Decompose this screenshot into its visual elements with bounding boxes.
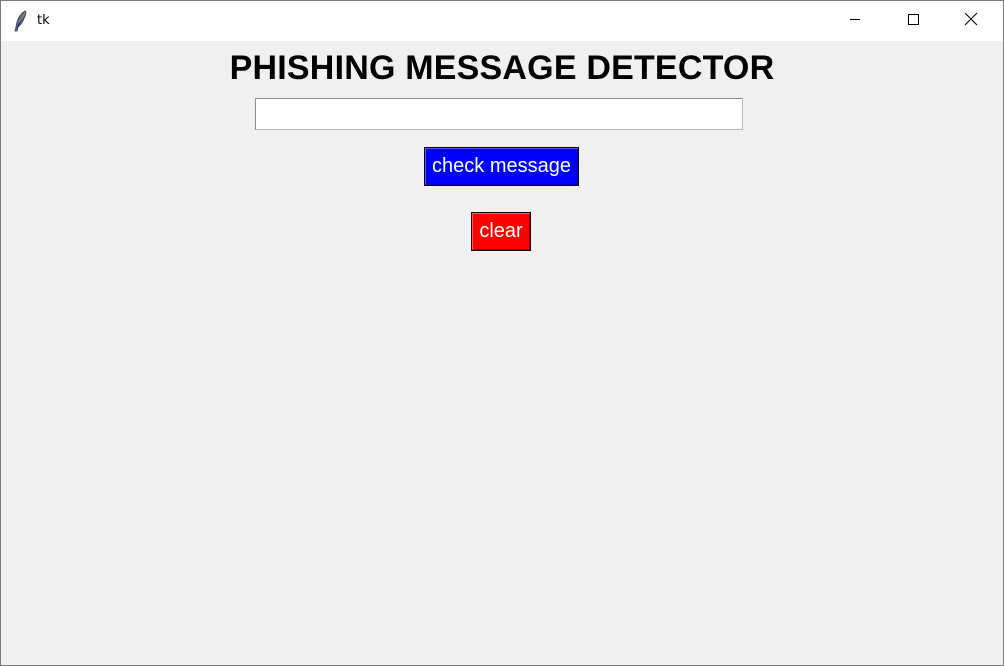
close-button[interactable] — [942, 1, 1000, 41]
app-window: tk PHISHING MESSAGE DETECTOR check messa… — [0, 0, 1004, 666]
feather-icon — [13, 10, 29, 32]
window-title: tk — [37, 13, 50, 28]
main-content: PHISHING MESSAGE DETECTOR check message … — [1, 41, 1003, 665]
check-message-button[interactable]: check message — [424, 147, 579, 186]
message-input[interactable] — [255, 98, 743, 130]
maximize-icon — [907, 12, 919, 30]
minimize-icon — [849, 12, 861, 30]
minimize-button[interactable] — [826, 1, 884, 41]
page-title: PHISHING MESSAGE DETECTOR — [229, 49, 775, 87]
maximize-button[interactable] — [884, 1, 942, 41]
title-bar[interactable]: tk — [1, 1, 1003, 41]
clear-button[interactable]: clear — [471, 212, 531, 251]
close-icon — [964, 12, 978, 31]
